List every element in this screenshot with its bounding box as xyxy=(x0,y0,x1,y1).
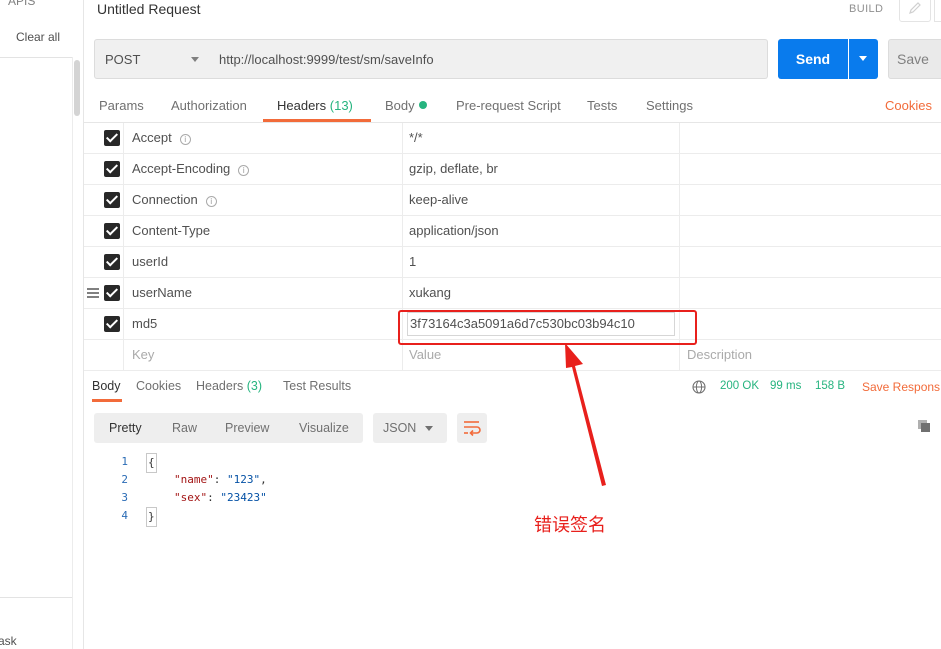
annotation-label: 错误签名 xyxy=(534,515,606,536)
annotation-arrow xyxy=(565,343,606,486)
